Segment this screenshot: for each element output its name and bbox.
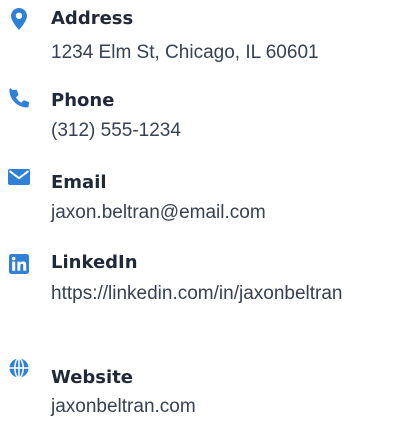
- address-value: 1234 Elm St, Chicago, IL 60601: [51, 42, 319, 63]
- contact-list: Address 1234 Elm St, Chicago, IL 60601 P…: [0, 0, 406, 421]
- phone-value[interactable]: (312) 555-1234: [51, 116, 391, 145]
- linkedin-value[interactable]: https://linkedin.com/in/jaxonbeltran: [51, 279, 391, 308]
- globe-icon: [8, 357, 30, 379]
- linkedin-label: LinkedIn: [51, 252, 138, 273]
- address-label: Address: [51, 8, 134, 29]
- linkedin-icon: [8, 253, 30, 275]
- email-label: Email: [51, 172, 107, 193]
- envelope-icon: [8, 166, 30, 188]
- website-value[interactable]: jaxonbeltran.com: [51, 392, 391, 421]
- phone-label: Phone: [51, 90, 115, 111]
- website-label: Website: [51, 367, 134, 388]
- phone-icon: [8, 87, 30, 109]
- map-pin-icon: [8, 8, 30, 30]
- email-value[interactable]: jaxon.beltran@email.com: [51, 198, 391, 227]
